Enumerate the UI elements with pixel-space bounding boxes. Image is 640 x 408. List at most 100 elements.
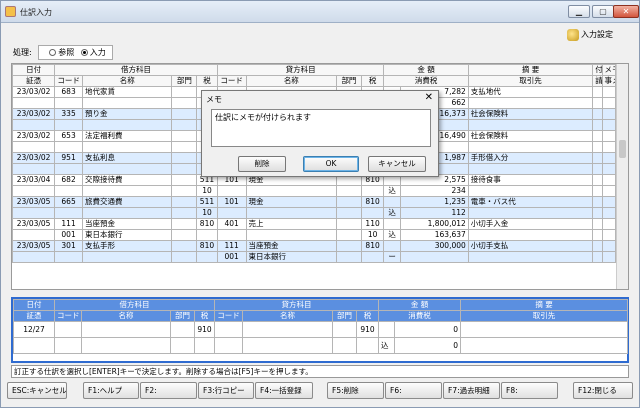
entry-amount-field[interactable]: 0 xyxy=(393,321,462,338)
table-cell xyxy=(12,207,56,219)
table-cell xyxy=(592,229,603,241)
table-cell xyxy=(171,174,198,186)
close-button[interactable]: ✕ xyxy=(613,5,639,18)
radio-view-label[interactable]: 参照 xyxy=(58,48,74,57)
table-cell xyxy=(601,141,617,153)
table-cell xyxy=(171,196,198,208)
table-cell xyxy=(12,163,56,175)
minimize-button[interactable]: ▁ xyxy=(568,5,590,18)
input-settings-button[interactable]: 入力設定 xyxy=(567,27,613,43)
entry-col-name: 名称 xyxy=(81,310,171,322)
table-cell: ー xyxy=(383,251,401,263)
table-cell xyxy=(601,218,617,230)
table-cell xyxy=(171,163,198,175)
entry-code-field[interactable] xyxy=(54,321,82,338)
table-cell xyxy=(601,86,617,98)
entry-ctax-field[interactable]: 910 xyxy=(356,321,379,338)
f2-button[interactable]: F2: xyxy=(140,382,197,399)
entry-incl-flag: 込 xyxy=(378,337,395,354)
table-cell xyxy=(171,251,198,263)
col-fu: 付 xyxy=(592,64,603,76)
entry-col-taxamt: 消費税 xyxy=(377,310,462,322)
table-cell xyxy=(601,174,617,186)
f3-row-copy-button[interactable]: F3:行コピー xyxy=(198,382,254,399)
table-cell xyxy=(216,207,247,219)
table-cell xyxy=(171,141,198,153)
entry-cdept-field[interactable] xyxy=(332,321,357,338)
table-cell xyxy=(592,97,603,109)
entry-partner-field[interactable] xyxy=(460,337,629,354)
memo-delete-button[interactable]: 削除 xyxy=(238,156,286,172)
table-cell: 込 xyxy=(383,185,401,197)
radio-input-label[interactable]: 入力 xyxy=(90,48,106,57)
table-cell xyxy=(171,229,198,241)
table-row[interactable]: 10 込 234 xyxy=(12,185,617,197)
radio-input[interactable] xyxy=(80,49,88,56)
table-cell: 東日本銀行 xyxy=(81,229,173,241)
entry-col-voucher: 証憑 xyxy=(13,310,55,322)
table-cell xyxy=(467,97,594,109)
memo-textarea[interactable]: 仕訳にメモが付けられます xyxy=(211,109,431,147)
f8-button[interactable]: F8: xyxy=(501,382,558,399)
f5-delete-button[interactable]: F5:削除 xyxy=(327,382,384,399)
table-cell xyxy=(171,218,198,230)
table-cell xyxy=(592,108,603,120)
esc-cancel-button[interactable]: ESC:キャンセル xyxy=(7,382,67,399)
entry-ccode-field[interactable] xyxy=(214,321,243,338)
table-cell xyxy=(196,251,218,263)
table-cell xyxy=(592,185,603,197)
table-cell: 預り金 xyxy=(81,108,173,120)
entry-taxamt-field[interactable]: 0 xyxy=(393,337,462,354)
table-cell xyxy=(383,218,401,230)
table-row[interactable]: 23/03/05 665 旅費交通費 511 101 現金 810 1,235 電車・バス代 xyxy=(12,196,617,208)
f12-close-button[interactable]: F12:閉じる xyxy=(573,382,633,399)
table-cell xyxy=(592,196,603,208)
f7-history-button[interactable]: F7:過去明細 xyxy=(443,382,500,399)
table-cell xyxy=(54,163,83,175)
entry-name-field[interactable] xyxy=(81,321,171,338)
entry-date-field[interactable]: 12/27 xyxy=(13,321,55,338)
col-credit-dept: 部門 xyxy=(336,75,362,87)
table-row[interactable]: 001東日本銀行 ー xyxy=(12,251,617,263)
table-row[interactable]: 10 込 112 xyxy=(12,207,617,219)
memo-cancel-button[interactable]: キャンセル xyxy=(368,156,426,172)
entry-cname-field[interactable] xyxy=(242,321,333,338)
table-cell xyxy=(383,196,401,208)
table-cell xyxy=(592,119,603,131)
table-cell xyxy=(336,207,362,219)
table-cell xyxy=(171,108,198,120)
grid-scrollbar[interactable] xyxy=(616,64,628,289)
table-cell xyxy=(592,251,603,263)
maximize-button[interactable]: ▢ xyxy=(592,5,614,18)
table-cell: 支払手形 xyxy=(81,240,173,252)
table-row[interactable]: 001 東日本銀行 10 込 163,637 xyxy=(12,229,617,241)
scrollbar-thumb[interactable] xyxy=(619,140,626,158)
entry-tax-field[interactable]: 910 xyxy=(194,321,215,338)
table-cell xyxy=(171,240,198,252)
table-cell: 23/03/02 xyxy=(12,130,56,142)
col-summary: 摘 要 xyxy=(467,64,594,76)
table-cell xyxy=(601,229,617,241)
f4-bulk-register-button[interactable]: F4:一括登録 xyxy=(255,382,313,399)
f1-help-button[interactable]: F1:ヘルプ xyxy=(83,382,139,399)
table-cell xyxy=(592,218,603,230)
memo-dialog: メモ ✕ 仕訳にメモが付けられます 削除 OK キャンセル xyxy=(201,90,439,177)
memo-ok-button[interactable]: OK xyxy=(303,156,359,172)
table-cell xyxy=(336,240,362,252)
table-row[interactable]: 23/03/05 111 当座預金 810 401 売上 110 1,800,012 小切手入金 xyxy=(12,218,617,230)
memo-dialog-close-icon[interactable]: ✕ xyxy=(425,92,433,103)
table-cell xyxy=(601,108,617,120)
table-cell xyxy=(592,141,603,153)
entry-summary-field[interactable] xyxy=(460,321,629,338)
mode-radio-group: 参照 入力 xyxy=(38,45,113,60)
table-row[interactable]: 23/03/05 301 支払手形 810 111 当座預金 810 300,000 小切手支払 xyxy=(12,240,617,252)
table-cell xyxy=(592,174,603,186)
table-cell: 手形借入分 xyxy=(467,152,594,164)
radio-view[interactable] xyxy=(49,49,57,56)
table-cell xyxy=(336,251,362,263)
table-cell xyxy=(54,97,83,109)
entry-dept-field[interactable] xyxy=(170,321,195,338)
table-cell: 1,800,012 xyxy=(399,218,469,230)
f6-button[interactable]: F6: xyxy=(385,382,442,399)
table-cell: 683 xyxy=(54,86,83,98)
